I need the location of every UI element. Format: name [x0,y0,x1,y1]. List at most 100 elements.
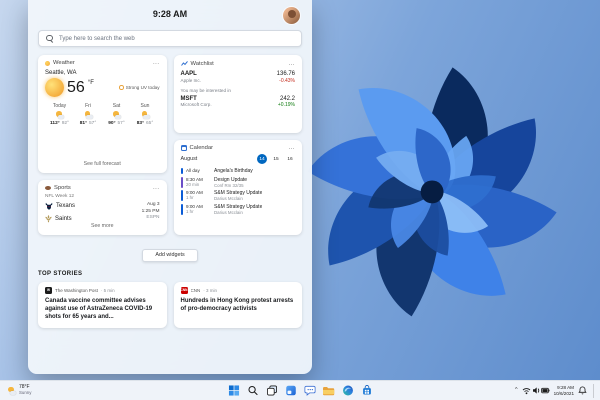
source-name: CNN [190,287,201,293]
widgets-icon [285,385,296,396]
high-temp: 90° [108,121,116,126]
forecast-temps: 83° 65° [137,121,154,126]
widgets-grid: Weather ... Seattle, WA 56 °F Strong UV … [38,55,302,235]
start-button[interactable] [228,385,240,397]
date-pill-16[interactable]: 16 [285,154,295,164]
stock-row-aapl[interactable]: AAPL Apple Inc. 136.76 -0.43% [181,70,296,85]
event-color-bar [180,176,183,188]
league-week-label: NFL Week 12 [45,194,75,199]
story-headline[interactable]: Canada vaccine committee advises against… [45,297,160,322]
stock-row-msft[interactable]: MSFT Microsoft Corp. 242.2 +0.19% [181,95,296,110]
weather-title: Weather [53,60,75,66]
add-widgets-button[interactable]: Add widgets [142,248,198,262]
search-icon [247,385,258,396]
football-icon [45,186,51,190]
suggestion-label: You may be interested in [180,87,231,93]
news-story[interactable]: CNN CNN 3 min Hundreds in Hong Kong prot… [173,281,302,328]
show-desktop-button[interactable] [593,383,596,398]
uv-alert: Strong UV today [119,85,160,90]
windows-logo-icon [228,385,239,396]
stock-symbol: AAPL [180,71,197,77]
sports-footer-link[interactable]: See more [45,223,160,229]
weather-unit: °F [87,80,94,86]
stock-company: Microsoft Corp. [180,102,212,107]
user-avatar[interactable] [283,7,300,24]
news-story[interactable]: W The Washington Post 5 min Canada vacci… [38,281,167,328]
taskbar: 78°F Sunny ^ 9:28 AM 10/6/2021 [0,380,600,400]
sports-header: Sports ... [45,185,160,191]
more-options-icon[interactable]: ... [288,61,295,67]
sports-title: Sports [54,185,71,191]
date-pill-14[interactable]: 14 [257,154,267,164]
partly-sunny-icon [55,111,64,119]
calendar-icon [180,145,187,151]
weather-icon [45,60,50,66]
wifi-volume-battery-icons[interactable] [522,386,550,395]
weather-temperature: 56 [67,78,85,96]
calendar-event[interactable]: All day Angela's Birthday [180,168,296,174]
read-time: 5 min [101,288,115,293]
event-duration: 20 min [186,181,200,187]
taskbar-date: 10/6/2021 [553,390,574,396]
game-time: 1:25 PM [141,208,160,214]
story-headline[interactable]: Hundreds in Hong Kong protest arrests of… [181,297,296,314]
event-list: All day Angela's Birthday 8:30 AM 20 min … [180,168,296,215]
taskbar-weather-widget[interactable]: 78°F Sunny [7,385,31,395]
search-button[interactable] [247,385,259,397]
taskbar-clock[interactable]: 9:28 AM 10/6/2021 [554,385,574,396]
event-subtitle: Conf Rm 32/35 [214,182,244,188]
sunny-icon [7,386,16,395]
story-source-row: W The Washington Post 5 min [45,286,160,294]
date-pill-15[interactable]: 15 [271,154,281,164]
read-time: 3 min [203,288,217,293]
top-stories-row: W The Washington Post 5 min Canada vacci… [38,281,302,328]
panel-header: 9:28 AM [38,5,302,27]
watchlist-widget[interactable]: Watchlist ... AAPL Apple Inc. 136.76 -0.… [173,55,302,133]
tray-chevron-up-icon[interactable]: ^ [515,387,518,394]
edge-browser-button[interactable] [342,385,354,397]
calendar-event[interactable]: 9:00 AM 1 hr S&M Strategy Update Darius Mc… [180,190,296,201]
calendar-month: August [180,156,198,162]
notification-bell-icon[interactable] [578,386,587,395]
taskbar-center-icons [228,385,373,397]
forecast-day: Sat 90° 57° [103,103,130,126]
task-view-icon [266,385,277,396]
source-name: The Washington Post [55,287,98,293]
calendar-date-strip: August 14 15 16 [181,154,296,164]
watchlist-title: Watchlist [190,60,214,67]
more-options-icon[interactable]: ... [153,60,160,66]
event-duration: 1 hr [186,195,194,200]
low-temp: 65° [146,121,154,126]
team-row-texans[interactable]: Texans [45,202,75,210]
calendar-event[interactable]: 9:00 AM 1 hr S&M Strategy Update Darius Mc… [180,203,296,215]
widgets-column-right: Watchlist ... AAPL Apple Inc. 136.76 -0.… [173,55,302,235]
file-explorer-button[interactable] [323,385,335,397]
event-title: Angela's Birthday [214,168,253,174]
partly-sunny-icon [112,111,121,119]
sports-widget[interactable]: Sports ... NFL Week 12 Texans Saints Aug… [38,180,167,235]
web-search-input[interactable]: Type here to search the web [38,30,302,47]
folder-icon [323,386,335,395]
task-view-button[interactable] [266,385,278,397]
store-button[interactable] [361,385,373,397]
chat-button[interactable] [304,385,316,397]
forecast-day: Fri 81° 57° [75,103,102,126]
more-options-icon[interactable]: ... [153,185,160,191]
weather-widget[interactable]: Weather ... Seattle, WA 56 °F Strong UV … [38,55,167,173]
calendar-widget[interactable]: Calendar ... August 14 15 16 All day Ang… [173,140,302,235]
calendar-title: Calendar [189,145,214,151]
team-name: Texans [56,203,76,209]
more-options-icon[interactable]: ... [288,145,295,151]
widgets-button[interactable] [285,385,297,397]
forecast-day-label: Sat [112,103,121,109]
weather-footer-link[interactable]: See full forecast [45,161,160,167]
calendar-event[interactable]: 8:30 AM 20 min Design Update Conf Rm 32/35 [180,176,296,188]
high-temp: 112° [50,121,60,126]
source-favicon: CNN [180,286,188,294]
team-row-saints[interactable]: Saints [45,215,75,223]
stock-symbol: MSFT [180,95,197,102]
weather-header: Weather ... [45,60,160,66]
search-icon [46,34,54,43]
stock-price: 242.2 [279,95,295,102]
weather-forecast: Today 112° 92° Fri 81° 57° Sat 90° 57° S… [45,103,160,126]
